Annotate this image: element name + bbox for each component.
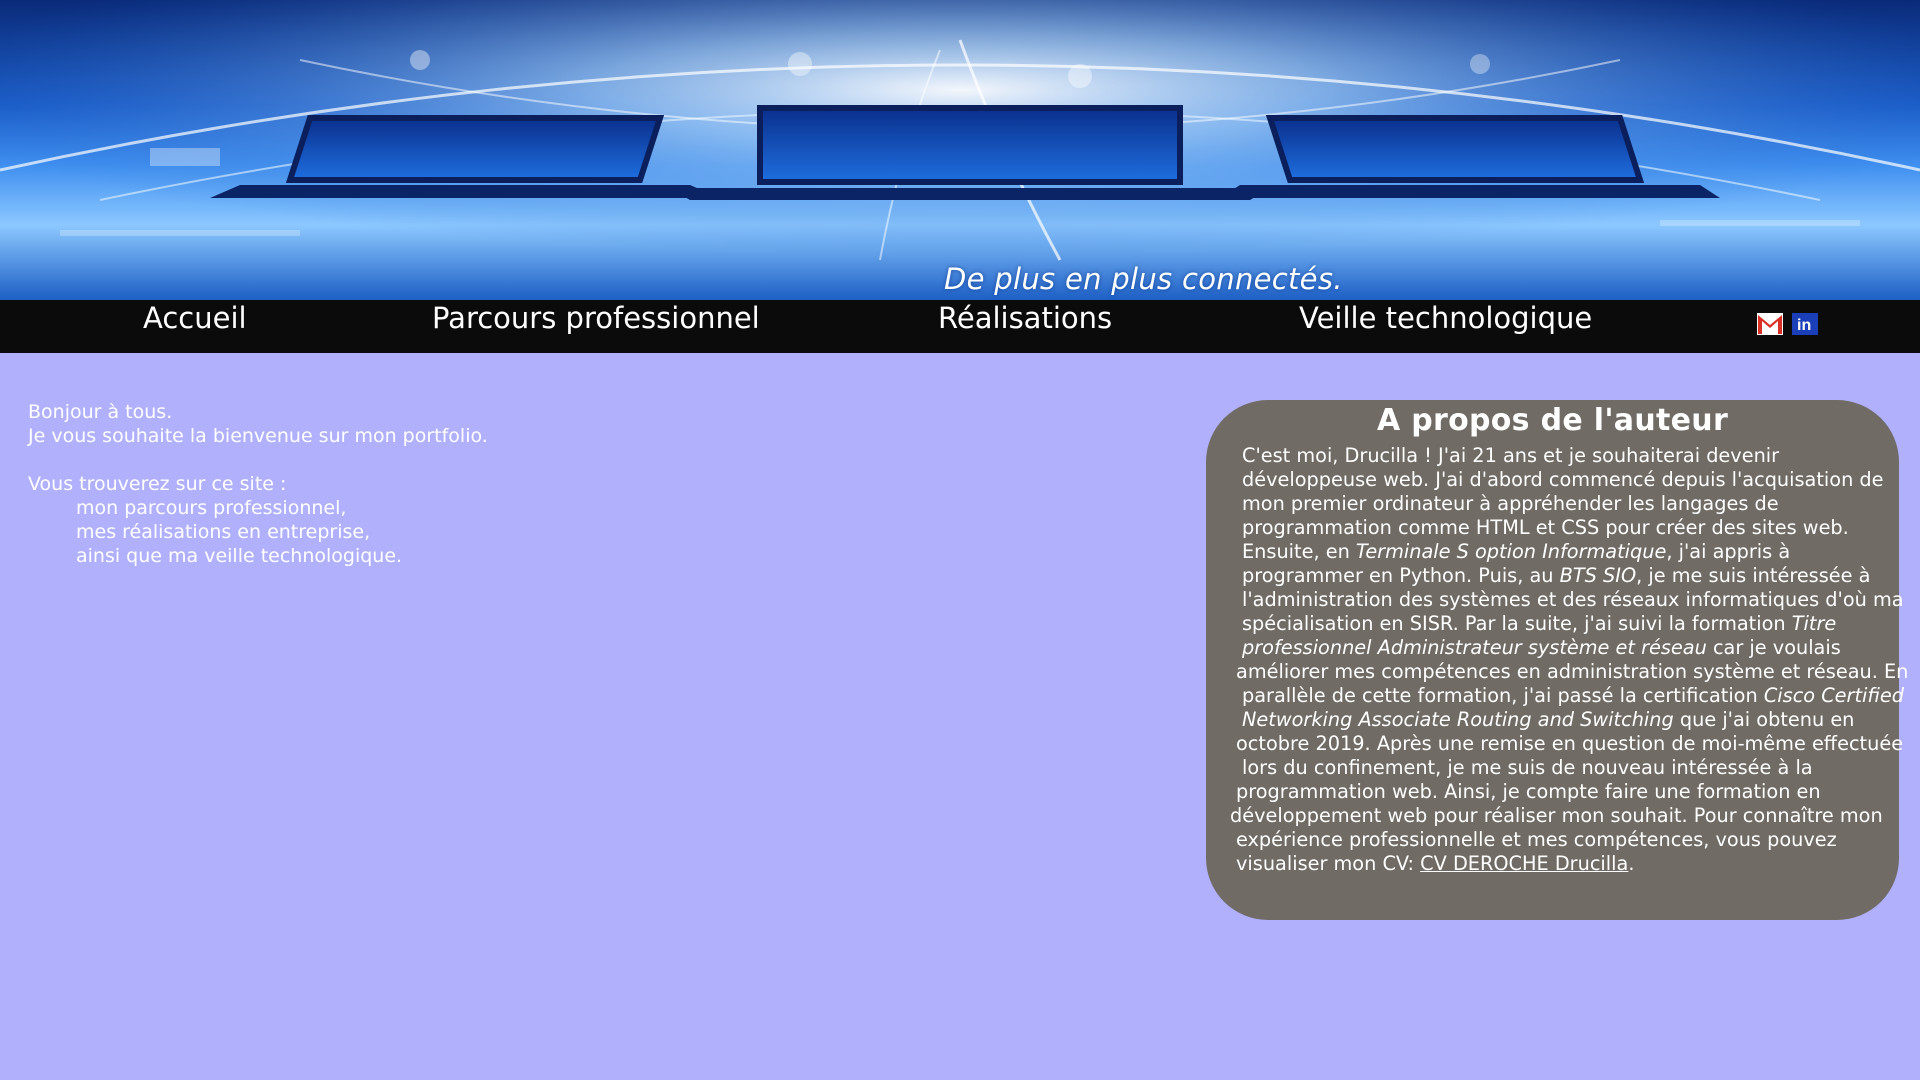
about-line: expérience professionnelle et mes compét… xyxy=(1236,828,1837,851)
intro-list-item: ainsi que ma veille technologique. xyxy=(76,545,403,567)
about-line: programmer en Python. Puis, au BTS SIO, … xyxy=(1242,564,1871,587)
about-line: visualiser mon CV: CV DEROCHE Drucilla. xyxy=(1236,852,1635,875)
gmail-icon[interactable] xyxy=(1757,313,1783,335)
about-title: A propos de l'auteur xyxy=(1376,403,1729,438)
intro-text: Bonjour à tous. Je vous souhaite la bien… xyxy=(28,400,488,568)
about-line: améliorer mes compétences en administrat… xyxy=(1236,660,1909,683)
about-author-panel: A propos de l'auteur C'est moi, Drucilla… xyxy=(1206,400,1908,920)
about-line: Ensuite, en Terminale S option Informati… xyxy=(1242,540,1791,563)
linkedin-icon-text: in xyxy=(1797,317,1811,334)
nav-accueil[interactable]: Accueil xyxy=(143,300,247,340)
cv-link[interactable]: CV DEROCHE Drucilla xyxy=(1420,852,1628,875)
about-line: l'administration des systèmes et des rés… xyxy=(1242,588,1904,611)
header-tagline: De plus en plus connectés. xyxy=(944,262,1343,296)
intro-greeting: Bonjour à tous. xyxy=(28,401,173,423)
linkedin-icon[interactable]: in xyxy=(1792,313,1818,335)
nav-realisations[interactable]: Réalisations xyxy=(938,300,1112,340)
header-banner: De plus en plus connectés. xyxy=(0,0,1920,300)
about-line: parallèle de cette formation, j'ai passé… xyxy=(1242,684,1904,707)
intro-list-item: mon parcours professionnel, xyxy=(76,497,347,519)
about-line: mon premier ordinateur à appréhender les… xyxy=(1242,492,1779,515)
intro-list-item: mes réalisations en entreprise, xyxy=(76,521,371,543)
about-line: octobre 2019. Après une remise en questi… xyxy=(1236,732,1904,755)
about-line: programmation comme HTML et CSS pour cré… xyxy=(1242,516,1849,539)
about-line: lors du confinement, je me suis de nouve… xyxy=(1242,756,1813,779)
about-line: développement web pour réaliser mon souh… xyxy=(1230,804,1883,827)
about-line: Networking Associate Routing and Switchi… xyxy=(1242,708,1855,731)
about-line: programmation web. Ainsi, je compte fair… xyxy=(1236,780,1821,803)
about-text: C'est moi, Drucilla ! J'ai 21 ans et je … xyxy=(1230,444,1908,876)
main-navbar: Accueil Parcours professionnel Réalisati… xyxy=(0,300,1920,353)
about-line: spécialisation en SISR. Par la suite, j'… xyxy=(1242,612,1837,635)
about-line: développeuse web. J'ai d'abord commencé … xyxy=(1242,468,1884,491)
nav-veille-technologique[interactable]: Veille technologique xyxy=(1299,300,1592,340)
intro-subtitle: Vous trouverez sur ce site : xyxy=(28,473,287,495)
about-line: C'est moi, Drucilla ! J'ai 21 ans et je … xyxy=(1242,444,1780,467)
intro-welcome: Je vous souhaite la bienvenue sur mon po… xyxy=(28,425,488,447)
nav-parcours-professionnel[interactable]: Parcours professionnel xyxy=(432,300,760,340)
about-line: professionnel Administrateur système et … xyxy=(1242,636,1841,659)
network-laptops-banner xyxy=(0,0,1920,300)
